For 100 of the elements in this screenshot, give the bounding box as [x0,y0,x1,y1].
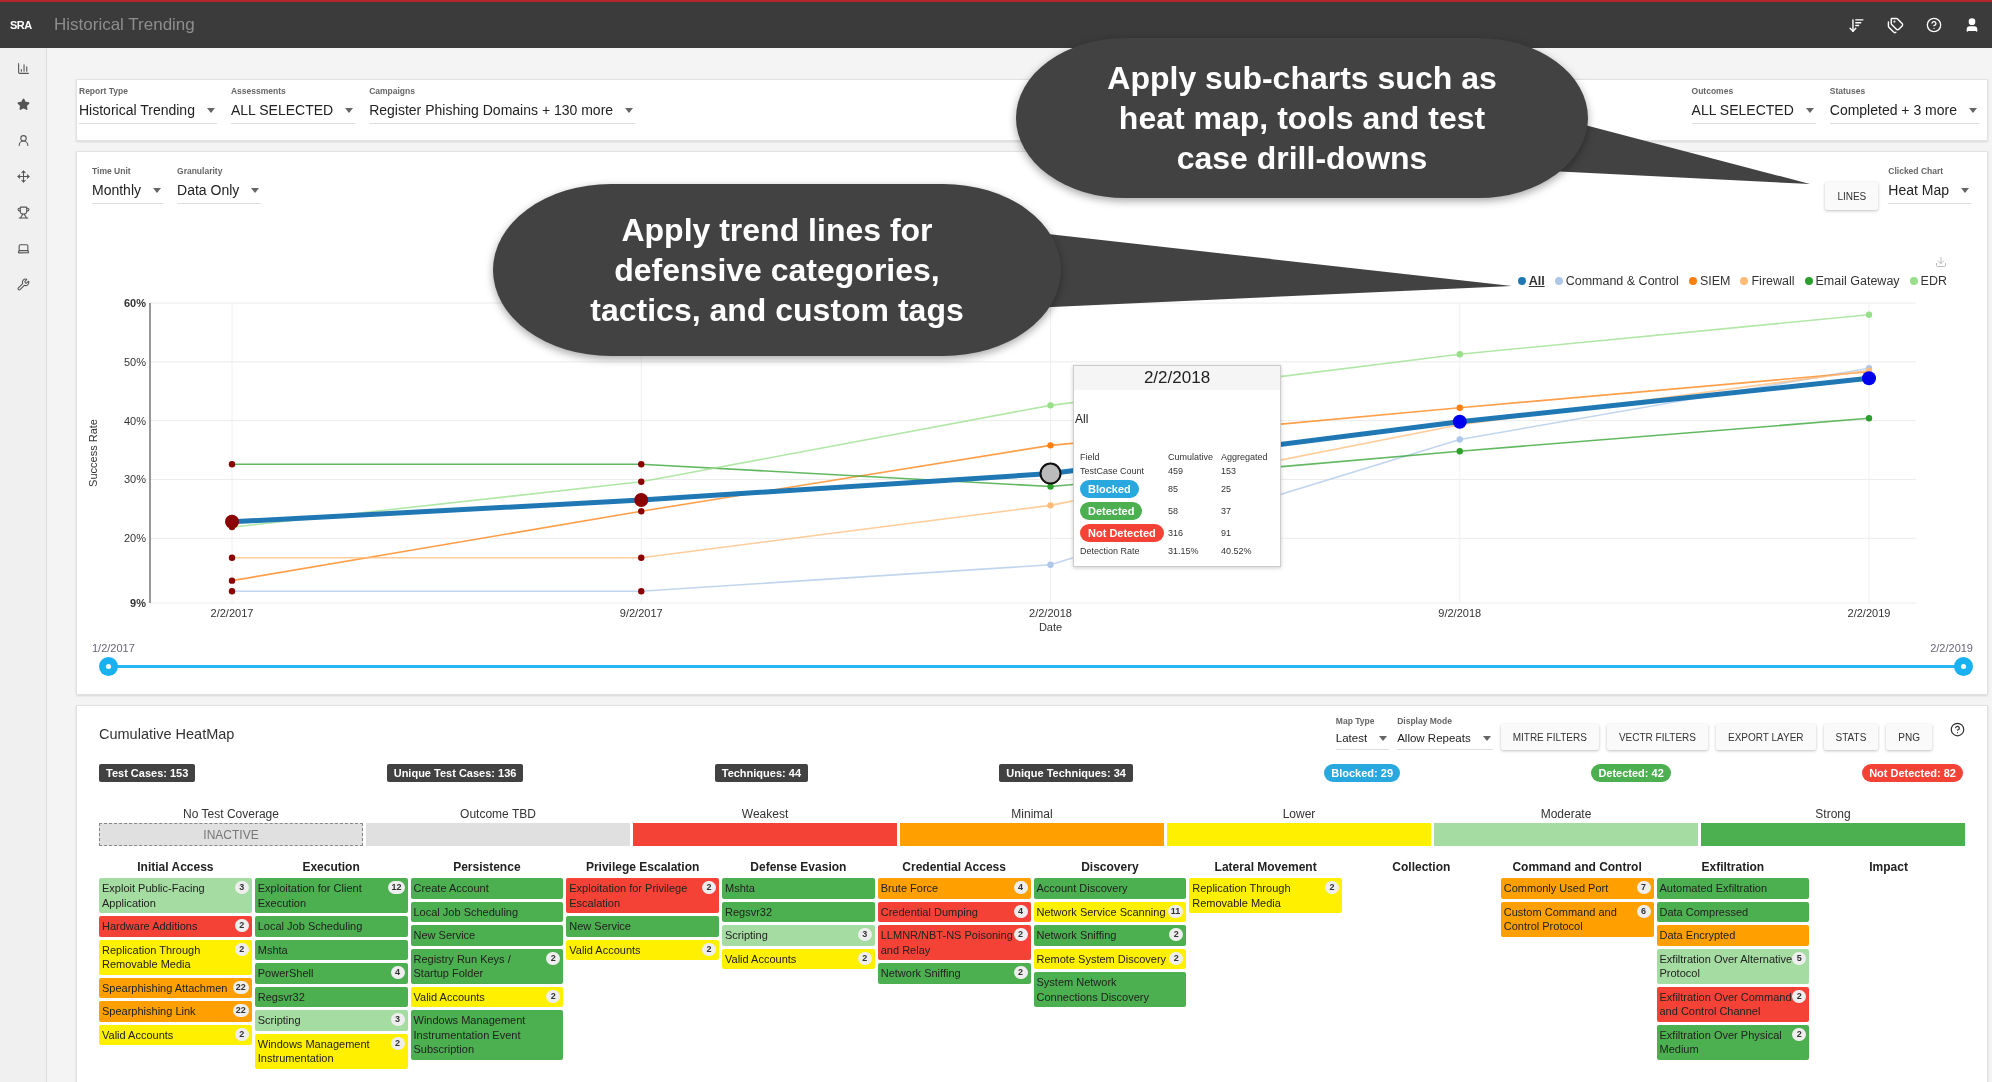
technique-cell[interactable]: Automated Exfiltration [1656,878,1810,899]
slider-thumb[interactable] [1954,657,1973,676]
technique-cell[interactable]: Valid Accounts 2 [566,939,719,960]
technique-cell[interactable]: Local Job Scheduling [410,901,564,922]
field-label: Display Mode [1397,716,1453,726]
dropdown[interactable]: Latest [1335,730,1390,750]
technique-cell[interactable]: Local Job Scheduling [254,916,408,937]
column-header: Initial Access [136,860,215,874]
person-icon[interactable] [16,134,30,147]
technique-cell[interactable]: Exfiltration Over Alternative Protocol 5 [1656,948,1810,984]
technique-cell[interactable]: Scripting 3 [722,925,875,946]
technique-cell[interactable]: Spearphishing Link 22 [99,1001,252,1022]
technique-cell[interactable]: Custom Command and Control Protocol 6 [1500,901,1654,937]
technique-cell[interactable]: Exploitation for Client Execution 12 [254,878,408,913]
star-icon[interactable] [16,98,30,111]
dropdown[interactable]: Allow Repeats [1397,730,1493,750]
technique-cell[interactable]: Exfiltration Over Command and Control Channel 2 [1656,986,1810,1022]
toolbar-button[interactable]: EXPORT LAYER [1716,724,1816,750]
technique-cell[interactable]: Windows Management Instrumentation 2 [254,1033,408,1069]
technique-cell[interactable]: System Network Connections Discovery [1033,972,1187,1007]
sort-icon[interactable] [1848,16,1865,34]
technique-cell[interactable]: PowerShell 4 [254,963,408,984]
count-badge: 2 [702,942,716,956]
legend-item[interactable]: Command & Control [1554,274,1679,288]
technique-cell[interactable]: New Service [410,925,564,946]
data-point [1047,483,1054,490]
technique-cell[interactable]: Brute Force 4 [877,878,1031,899]
count-badge: 2 [1013,966,1028,979]
technique-cell[interactable]: Regsvr32 [254,986,408,1007]
legend-item[interactable]: Email Gateway [1804,274,1900,288]
technique-cell[interactable]: Scripting 3 [254,1010,408,1031]
lines-button[interactable]: LINES [1825,182,1879,210]
technique-cell[interactable]: Mshta [254,939,408,960]
wrench-icon[interactable] [16,278,30,291]
technique-cell[interactable]: LLMNR/NBT-NS Poisoning and Relay 2 [877,925,1031,960]
data-point [1456,436,1463,443]
dropdown[interactable]: ALL SELECTED [1691,100,1816,124]
column-header: Impact [1868,860,1909,874]
technique-cell[interactable]: Commonly Used Port 7 [1500,878,1654,899]
technique-cell[interactable]: Network Sniffing 2 [1033,925,1187,946]
technique-cell[interactable]: Registry Run Keys / Startup Folder 2 [410,948,564,984]
technique-cell[interactable]: Replication Through Removable Media 2 [99,939,252,975]
technique-cell[interactable]: Valid Accounts 2 [410,986,564,1007]
technique-cell[interactable]: Data Compressed [1656,901,1810,922]
technique-cell[interactable]: Credential Dumping 4 [877,901,1031,922]
tags-icon[interactable] [1887,16,1904,34]
dropdown[interactable]: Register Phishing Domains + 130 more [369,100,636,124]
laptop-icon[interactable] [16,242,30,255]
legend-item[interactable]: Firewall [1740,274,1795,288]
toolbar-button[interactable]: MITRE FILTERS [1500,724,1599,750]
technique-cell[interactable]: Regsvr32 [722,901,875,922]
technique-cell[interactable]: Account Discovery [1033,878,1187,899]
technique-cell[interactable]: Windows Management Instrumentation Event Subscription [410,1010,564,1060]
dropdown[interactable]: Data Only [177,180,262,204]
trophy-icon[interactable] [16,206,30,219]
count-badge: 6 [1636,904,1651,918]
tooltip-header: Field [1080,452,1101,462]
count-badge: 2 [1792,989,1807,1003]
legend-item[interactable]: EDR [1909,274,1947,288]
dropdown[interactable]: Historical Trending [79,100,217,124]
technique-cell[interactable]: Network Sniffing 2 [877,963,1031,984]
legend-item[interactable]: SIEM [1688,274,1731,288]
technique-cell[interactable]: Exploitation for Privilege Escalation 2 [566,878,719,913]
technique-cell[interactable]: Hardware Additions 2 [99,916,252,937]
count-badge: 2 [857,951,872,965]
toolbar-button[interactable]: PNG [1886,724,1932,750]
technique-cell[interactable]: Spearphishing Attachmen 22 [99,977,252,998]
toolbar-button[interactable]: VECTR FILTERS [1606,724,1708,750]
technique-cell[interactable]: Valid Accounts 2 [722,948,875,969]
range-slider[interactable] [98,657,1973,676]
dropdown[interactable]: Completed + 3 more [1829,100,1979,124]
count-badge: 7 [1636,881,1651,894]
stat-badge: Test Cases: 153 [99,764,196,782]
user-icon[interactable] [1964,17,1980,33]
slider-thumb[interactable] [99,657,118,676]
caret-icon [1482,735,1491,741]
help-icon[interactable] [1950,722,1965,737]
data-point [1865,415,1873,422]
chart-icon[interactable] [16,62,30,75]
dropdown[interactable]: ALL SELECTED [230,100,356,124]
technique-cell[interactable]: Network Service Scanning 11 [1033,901,1187,922]
toolbar-button[interactable]: STATS [1823,724,1879,750]
technique-cell[interactable]: Exploit Public-Facing Application 3 [99,878,252,913]
technique-cell[interactable]: Create Account [410,878,564,899]
technique-cell[interactable]: Mshta [722,878,875,899]
technique-cell[interactable]: Data Encrypted [1656,925,1810,946]
technique-cell[interactable]: Remote System Discovery 2 [1033,948,1187,969]
technique-cell[interactable]: Valid Accounts 2 [99,1024,252,1045]
dropdown[interactable]: Monthly [92,180,164,204]
data-point [228,461,236,468]
legend-item[interactable]: All [1517,274,1545,288]
data-point [1047,402,1054,409]
technique-cell[interactable]: Replication Through Removable Media 2 [1189,878,1342,913]
technique-cell[interactable]: New Service [566,916,719,937]
caret-icon [1379,735,1388,741]
dropdown[interactable]: Heat Map [1888,180,1971,204]
axis-label: 20% [123,532,146,545]
count-badge: 2 [1792,1027,1807,1041]
data-point [1047,561,1054,568]
technique-cell[interactable]: Exfiltration Over Physical Medium 2 [1656,1024,1810,1060]
